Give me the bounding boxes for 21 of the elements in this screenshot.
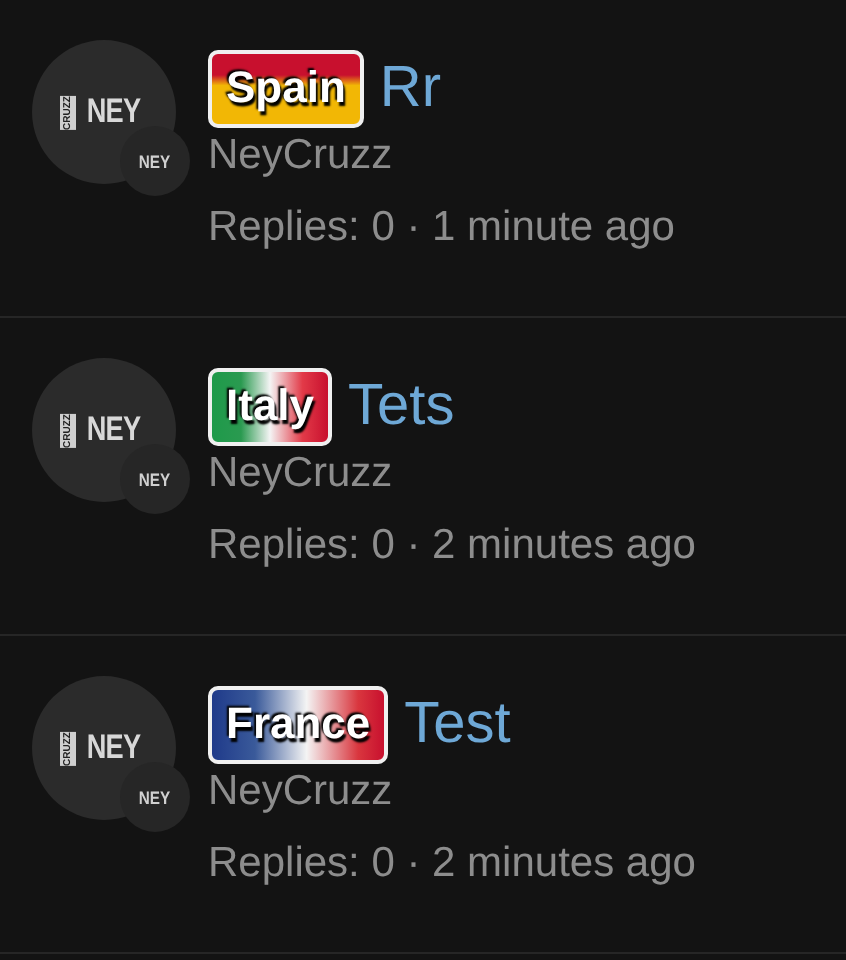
small-avatar-logo-text: NEY (139, 787, 171, 807)
thread-title-link[interactable]: Test (404, 691, 511, 758)
thread-title-link[interactable]: Tets (348, 373, 455, 440)
small-avatar-logo-text: NEY (139, 469, 171, 489)
thread-title-link[interactable]: Rr (379, 55, 442, 122)
small-avatar[interactable]: NEY (120, 126, 190, 196)
thread-meta: Replies: 0 · 2 minutes ago (208, 521, 696, 570)
small-avatar-logo-text: NEY (139, 151, 171, 171)
avatar-logo-text: NEY (87, 728, 141, 768)
author-name[interactable]: NeyCruzz (208, 449, 696, 498)
prefix-tag: France (208, 686, 389, 764)
small-avatar[interactable]: NEY (120, 762, 190, 832)
avatar-logo-text: NEY (87, 92, 141, 132)
small-avatar[interactable]: NEY (120, 444, 190, 514)
author-name[interactable]: NeyCruzz (208, 767, 696, 816)
thread-meta: Replies: 0 · 2 minutes ago (208, 839, 696, 888)
prefix-tag: Spain (208, 50, 364, 128)
avatar-logo-text: NEY (87, 410, 141, 450)
thread-meta: Replies: 0 · 1 minute ago (208, 203, 675, 252)
prefix-tag: Italy (208, 368, 333, 446)
author-name[interactable]: NeyCruzz (208, 131, 675, 180)
